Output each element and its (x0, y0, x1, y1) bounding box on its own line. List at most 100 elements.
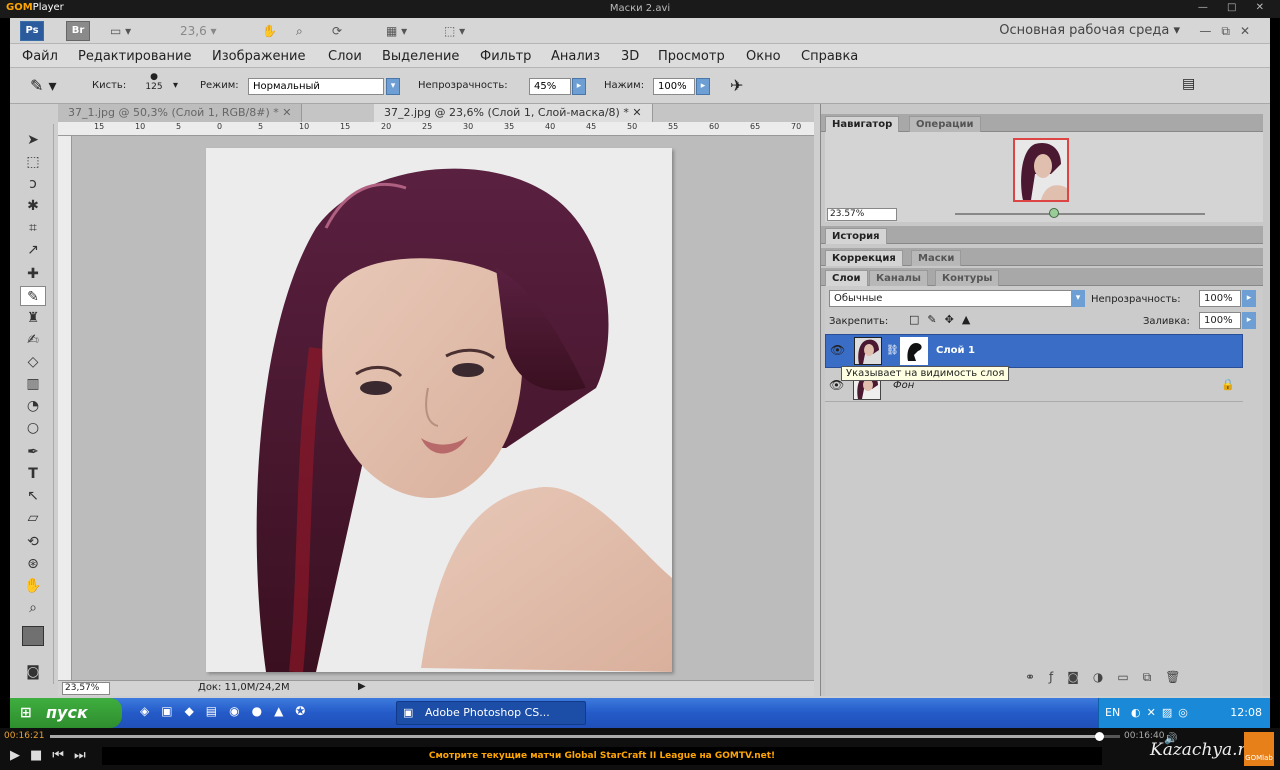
lang-indicator[interactable]: EN (1105, 698, 1120, 728)
brush-tool-icon[interactable]: ✎ (20, 286, 46, 306)
hand-tool-icon[interactable]: ✋ (262, 21, 277, 41)
hand-tool-icon-2[interactable]: ✋ (20, 576, 46, 596)
move-tool-icon[interactable]: ➤ (20, 130, 46, 150)
menu-help[interactable]: Справка (801, 49, 858, 64)
tab-layers[interactable]: Слои (825, 270, 868, 286)
screen-mode-button[interactable]: ⬚ ▾ (444, 21, 465, 41)
layer-opacity-arrow[interactable]: ▸ (1242, 290, 1256, 307)
flow-arrow[interactable]: ▸ (696, 78, 710, 95)
navigator-zoom-slider[interactable] (955, 213, 1205, 215)
layer-name-background[interactable]: Фон (893, 380, 914, 391)
document-canvas-photo[interactable] (206, 148, 672, 672)
history-brush-icon[interactable]: ✍ (20, 330, 46, 350)
playback-buttons[interactable]: ▶■⏮⏭ (10, 748, 96, 763)
layer-mask-thumbnail[interactable] (900, 337, 928, 365)
menu-filter[interactable]: Фильтр (480, 49, 531, 64)
player-window-buttons[interactable]: — □ ✕ (1198, 2, 1272, 13)
tab-channels[interactable]: Каналы (869, 270, 928, 286)
mode-dropdown-arrow[interactable]: ▾ (386, 78, 400, 95)
quick-launch-icons[interactable]: ◈▣◆▤◉●▲✪ (140, 704, 317, 718)
bridge-button[interactable]: Br (66, 21, 90, 41)
brush-picker-arrow[interactable]: ▾ (173, 80, 178, 91)
workspace-switcher[interactable]: Основная рабочая среда ▾ (999, 21, 1180, 41)
dodge-tool-icon[interactable]: ○ (20, 418, 46, 438)
tab-history[interactable]: История (825, 228, 887, 244)
blend-mode-arrow[interactable]: ▾ (1071, 290, 1085, 307)
status-menu-arrow[interactable]: ▶ (358, 681, 366, 692)
menu-edit[interactable]: Редактирование (78, 49, 191, 64)
navigator-zoom-field[interactable]: 23.57% (827, 208, 897, 221)
blur-tool-icon[interactable]: ◔ (20, 396, 46, 416)
tab-masks[interactable]: Маски (911, 250, 962, 266)
ticker-banner[interactable]: Смотрите текущие матчи Global StarCraft … (102, 747, 1102, 765)
navigator-slider-handle[interactable] (1049, 208, 1059, 218)
healing-brush-icon[interactable]: ✚ (20, 264, 46, 284)
fill-field[interactable]: 100% (1199, 312, 1241, 329)
gradient-tool-icon[interactable]: ▥ (20, 374, 46, 394)
taskbar-photoshop-task[interactable]: ▣ Adobe Photoshop CS... (396, 701, 586, 725)
lasso-tool-icon[interactable]: ↄ (20, 174, 46, 194)
tab-actions[interactable]: Операции (909, 116, 981, 132)
eraser-icon[interactable]: ◇ (20, 352, 46, 372)
canvas-pasteboard[interactable] (72, 136, 814, 680)
3d-orbit-icon[interactable]: ⊛ (20, 554, 46, 574)
shape-tool-icon[interactable]: ▱ (20, 508, 46, 528)
tab-paths[interactable]: Контуры (935, 270, 1000, 286)
ps-app-icon[interactable]: Ps (20, 21, 44, 41)
menu-file[interactable]: Файл (22, 49, 58, 64)
tab-navigator[interactable]: Навигатор (825, 116, 900, 132)
3d-rotate-icon[interactable]: ⟲ (20, 532, 46, 552)
zoom-level-combo[interactable]: 23,6 ▾ (180, 21, 217, 41)
blend-mode-select[interactable]: Обычные (829, 290, 1083, 307)
menu-select[interactable]: Выделение (382, 49, 459, 64)
menu-layers[interactable]: Слои (328, 49, 362, 64)
doc-tab-1[interactable]: 37_1.jpg @ 50,3% (Слой 1, RGB/8#) * ✕ (58, 104, 303, 122)
magic-wand-icon[interactable]: ✱ (20, 196, 46, 216)
layers-bottom-icons[interactable]: ⚭ƒ◙◑▭⧉🗑 (1025, 670, 1195, 685)
menu-image[interactable]: Изображение (212, 49, 305, 64)
status-zoom-field[interactable]: 23,57% (62, 682, 110, 695)
layer-name-layer1[interactable]: Слой 1 (936, 345, 975, 356)
seek-bar-handle[interactable] (1094, 732, 1104, 741)
opacity-arrow[interactable]: ▸ (572, 78, 586, 95)
marquee-tool-icon[interactable]: ⬚ (20, 152, 46, 172)
menu-window[interactable]: Окно (746, 49, 781, 64)
quick-mask-icon[interactable]: ◙ (20, 662, 46, 682)
gomlab-corner-logo[interactable]: GOMlab (1244, 732, 1274, 766)
seek-bar[interactable] (50, 732, 1120, 741)
tab-adjustments[interactable]: Коррекция (825, 250, 903, 266)
brush-size-picker[interactable]: ● 125 (142, 72, 166, 92)
menu-analysis[interactable]: Анализ (551, 49, 600, 64)
menu-view[interactable]: Просмотр (658, 49, 725, 64)
layer-opacity-field[interactable]: 100% (1199, 290, 1241, 307)
opacity-field[interactable]: 45% (529, 78, 571, 95)
crop-tool-icon[interactable]: ⌗ (20, 218, 46, 238)
zoom-tool-icon[interactable]: ⌕ (296, 21, 303, 41)
mask-link-icon[interactable]: ⛓ (886, 345, 899, 356)
brush-preset-icon[interactable]: ✎ ▾ (30, 76, 57, 95)
navigator-thumbnail[interactable] (1013, 138, 1069, 202)
airbrush-icon[interactable]: ✈ (730, 76, 743, 95)
rotate-view-icon[interactable]: ⟳ (332, 21, 342, 41)
menu-3d[interactable]: 3D (621, 49, 639, 64)
tray-icons[interactable]: ◐✕▨◎ (1131, 698, 1194, 728)
mode-select[interactable]: Нормальный (248, 78, 384, 95)
flow-field[interactable]: 100% (653, 78, 695, 95)
fill-arrow[interactable]: ▸ (1242, 312, 1256, 329)
arrange-documents-button[interactable]: ▦ ▾ (386, 21, 407, 41)
layer-visibility-eye-icon[interactable]: 👁 (830, 343, 845, 357)
path-selection-icon[interactable]: ↖ (20, 486, 46, 506)
foreground-color-swatch[interactable] (22, 626, 44, 646)
view-extras-button[interactable]: ▭ ▾ (110, 21, 131, 41)
start-button[interactable]: ⊞ пуск (10, 698, 122, 728)
clone-stamp-icon[interactable]: ♜ (20, 308, 46, 328)
eyedropper-icon[interactable]: ↗ (20, 240, 46, 260)
ps-window-buttons[interactable]: —⧉✕ (1199, 21, 1260, 41)
doc-tab-2[interactable]: 37_2.jpg @ 23,6% (Слой 1, Слой-маска/8) … (374, 104, 653, 122)
pen-tool-icon[interactable]: ✒ (20, 442, 46, 462)
lock-icons[interactable]: □✎✥▲ (909, 313, 978, 326)
layer-thumbnail[interactable] (854, 337, 882, 365)
layer-row-layer1[interactable]: 👁 ⛓ Слой 1 (825, 334, 1243, 368)
brush-panel-icon[interactable]: ▤ (1182, 76, 1195, 92)
type-tool-icon[interactable]: T (20, 464, 46, 484)
